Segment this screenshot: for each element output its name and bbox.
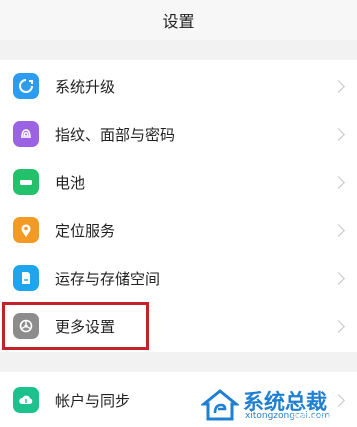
storage-icon <box>13 265 39 291</box>
location-icon <box>13 217 39 243</box>
settings-item-label: 帐户与同步 <box>55 391 131 410</box>
page-title: 设置 <box>162 12 195 31</box>
highlight-box <box>2 302 149 350</box>
settings-item-location[interactable]: 定位服务 <box>0 206 357 254</box>
house-logo-icon <box>201 389 239 421</box>
settings-item-label: 系统升级 <box>55 77 116 96</box>
chevron-right-icon <box>332 223 345 237</box>
settings-item-fingerprint[interactable]: 指纹、面部与密码 <box>0 110 357 158</box>
watermark-logo: 系统总裁 xitongzongcai.com 头条@系统总裁 <box>201 386 355 424</box>
settings-item-label: 定位服务 <box>55 221 116 240</box>
settings-item-system-update[interactable]: 系统升级 <box>0 62 357 110</box>
chevron-right-icon <box>332 271 345 285</box>
watermark-overlay: 头条@系统总裁 <box>291 414 355 424</box>
settings-item-battery[interactable]: 电池 <box>0 158 357 206</box>
update-icon <box>13 73 39 99</box>
chevron-right-icon <box>332 319 345 333</box>
fingerprint-icon <box>13 121 39 147</box>
settings-item-label: 指纹、面部与密码 <box>55 125 176 144</box>
settings-item-label: 电池 <box>55 173 86 192</box>
battery-icon <box>13 169 39 195</box>
chevron-right-icon <box>332 79 345 93</box>
cloud-sync-icon <box>13 387 39 413</box>
chevron-right-icon <box>332 175 345 189</box>
page-title-bar: 设置 <box>0 0 357 40</box>
settings-item-label: 运存与存储空间 <box>55 269 161 288</box>
chevron-right-icon <box>332 127 345 141</box>
settings-item-storage[interactable]: 运存与存储空间 <box>0 254 357 302</box>
